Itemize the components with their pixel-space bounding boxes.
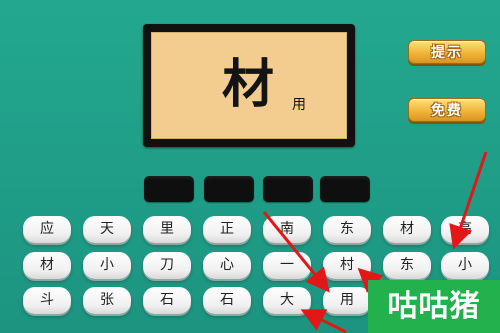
answer-slot-3[interactable]	[263, 176, 313, 202]
letter-key[interactable]: 天	[83, 216, 131, 243]
letter-key[interactable]: 东	[383, 252, 431, 279]
letter-key[interactable]: 材	[383, 216, 431, 243]
letter-key[interactable]: 高	[441, 216, 489, 243]
free-button[interactable]: 免费	[408, 98, 486, 122]
letter-key[interactable]: 南	[263, 216, 311, 243]
letter-key[interactable]: 用	[323, 287, 371, 314]
puzzle-picture: 材 用	[151, 32, 347, 139]
letter-key[interactable]: 应	[23, 216, 71, 243]
letter-key[interactable]: 材	[23, 252, 71, 279]
letter-key[interactable]: 斗	[23, 287, 71, 314]
letter-key[interactable]: 大	[263, 287, 311, 314]
letter-key[interactable]: 张	[83, 287, 131, 314]
letter-key[interactable]: 里	[143, 216, 191, 243]
puzzle-picture-frame: 材 用	[143, 24, 355, 147]
letter-key[interactable]: 心	[203, 252, 251, 279]
letter-key[interactable]: 小	[441, 252, 489, 279]
letter-key[interactable]: 石	[203, 287, 251, 314]
answer-slot-1[interactable]	[144, 176, 194, 202]
letter-key[interactable]: 正	[203, 216, 251, 243]
watermark-logo: 咕咕猪	[368, 280, 500, 333]
game-screen: 材 用 提示 免费 应 天 里 正 南 东 材 高 材 小 刀 心 一 村 东 …	[0, 0, 500, 333]
letter-key[interactable]: 东	[323, 216, 371, 243]
letter-key[interactable]: 一	[263, 252, 311, 279]
hint-button[interactable]: 提示	[408, 40, 486, 64]
letter-key[interactable]: 村	[323, 252, 371, 279]
answer-slot-4[interactable]	[320, 176, 370, 202]
letter-key[interactable]: 石	[143, 287, 191, 314]
answer-slot-2[interactable]	[204, 176, 254, 202]
arrow-to-key-big	[300, 309, 347, 333]
letter-key[interactable]: 刀	[143, 252, 191, 279]
letter-key[interactable]: 小	[83, 252, 131, 279]
puzzle-small-character: 用	[292, 97, 306, 113]
puzzle-big-character: 材	[221, 54, 274, 115]
